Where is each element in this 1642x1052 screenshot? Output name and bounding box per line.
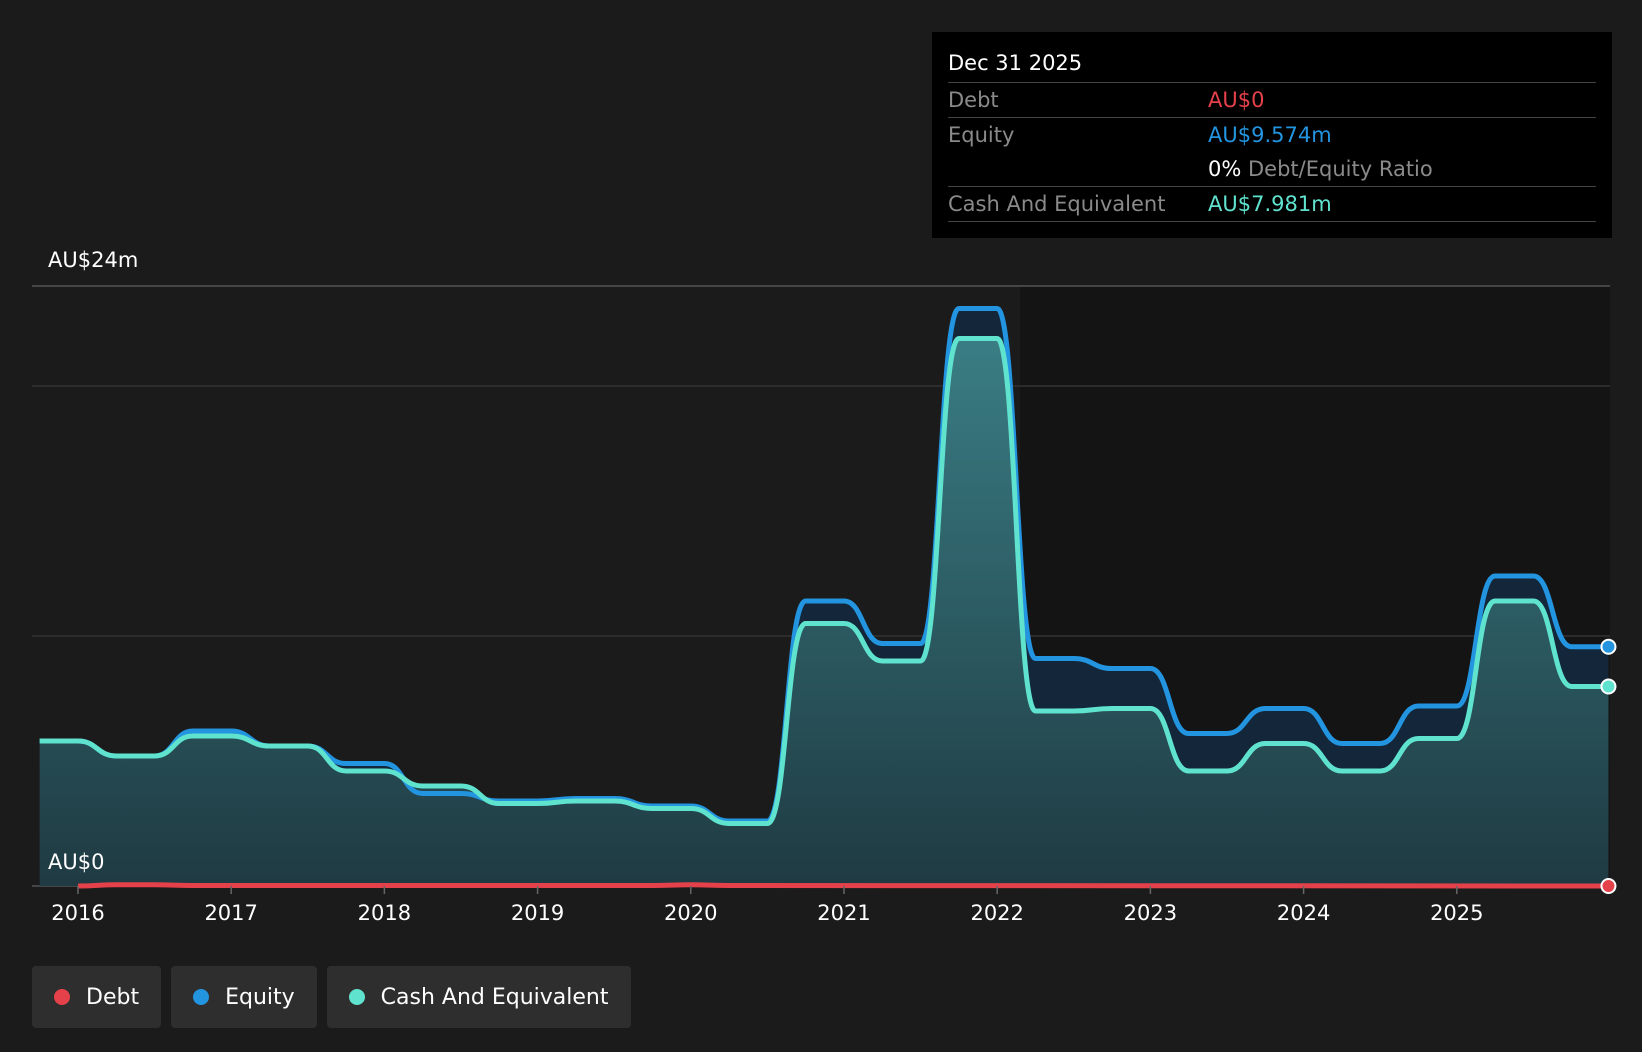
endpoint-equity xyxy=(1600,638,1617,655)
endpoint-debt xyxy=(1600,878,1617,894)
x-tick-label-2019: 2019 xyxy=(511,901,564,925)
legend-label-debt: Debt xyxy=(86,984,140,1010)
tooltip-ratio-spacer xyxy=(948,152,1208,186)
x-tick-label-2024: 2024 xyxy=(1277,901,1330,925)
legend-dot-cash-icon xyxy=(348,989,365,1005)
legend-item-debt[interactable]: Debt xyxy=(32,966,162,1028)
tooltip-debt-label: Debt xyxy=(948,88,999,112)
legend-item-equity[interactable]: Equity xyxy=(171,966,317,1028)
legend-item-cash[interactable]: Cash And Equivalent xyxy=(326,966,631,1028)
tooltip-debt-value: AU$0 xyxy=(1208,88,1265,112)
tooltip-ratio-value: 0% xyxy=(1208,157,1242,181)
tooltip-ratio-label: Debt/Equity Ratio xyxy=(1248,157,1433,181)
debt-line xyxy=(77,882,1609,889)
endpoint-cash-and-equivalent xyxy=(1600,678,1617,695)
tooltip-cash-label: Cash And Equivalent xyxy=(948,192,1166,216)
tooltip-date: Dec 31 2025 xyxy=(948,46,1596,83)
x-tick-label-2022: 2022 xyxy=(970,901,1023,925)
tooltip-ratio: 0% Debt/Equity Ratio xyxy=(1208,152,1433,186)
x-tick-label-2020: 2020 xyxy=(664,901,717,925)
x-tick-label-2017: 2017 xyxy=(204,901,257,925)
tooltip-cash-value: AU$7.981m xyxy=(1208,192,1332,216)
legend: Debt Equity Cash And Equivalent xyxy=(32,966,631,1028)
legend-label-equity: Equity xyxy=(225,984,295,1010)
legend-dot-debt-icon xyxy=(54,989,70,1005)
y-axis-top-label: AU$24m xyxy=(48,248,139,272)
tooltip-row-equity: Equity AU$9.574m xyxy=(948,118,1596,152)
tooltip-panel: Dec 31 2025 Debt AU$0 Equity AU$9.574m 0… xyxy=(932,32,1612,238)
tooltip-row-cash: Cash And Equivalent AU$7.981m xyxy=(948,187,1596,222)
x-tick-label-2023: 2023 xyxy=(1124,901,1177,925)
x-tick-label-2021: 2021 xyxy=(817,901,870,925)
legend-dot-equity-icon xyxy=(193,989,210,1005)
tooltip-row-ratio: 0% Debt/Equity Ratio xyxy=(948,152,1596,187)
tooltip-equity-label: Equity xyxy=(948,123,1015,147)
tooltip-equity-value: AU$9.574m xyxy=(1208,123,1332,147)
x-axis-ticks: 2016 2017 2018 2019 2020 2021 2022 2023 2024 2025 xyxy=(51,886,1484,925)
y-axis-bottom-label: AU$0 xyxy=(48,850,105,874)
legend-label-cash: Cash And Equivalent xyxy=(380,984,609,1010)
tooltip-row-debt: Debt AU$0 xyxy=(948,83,1596,118)
x-tick-label-2025: 2025 xyxy=(1430,901,1483,925)
x-tick-label-2016: 2016 xyxy=(51,901,104,925)
x-tick-label-2018: 2018 xyxy=(358,901,411,925)
